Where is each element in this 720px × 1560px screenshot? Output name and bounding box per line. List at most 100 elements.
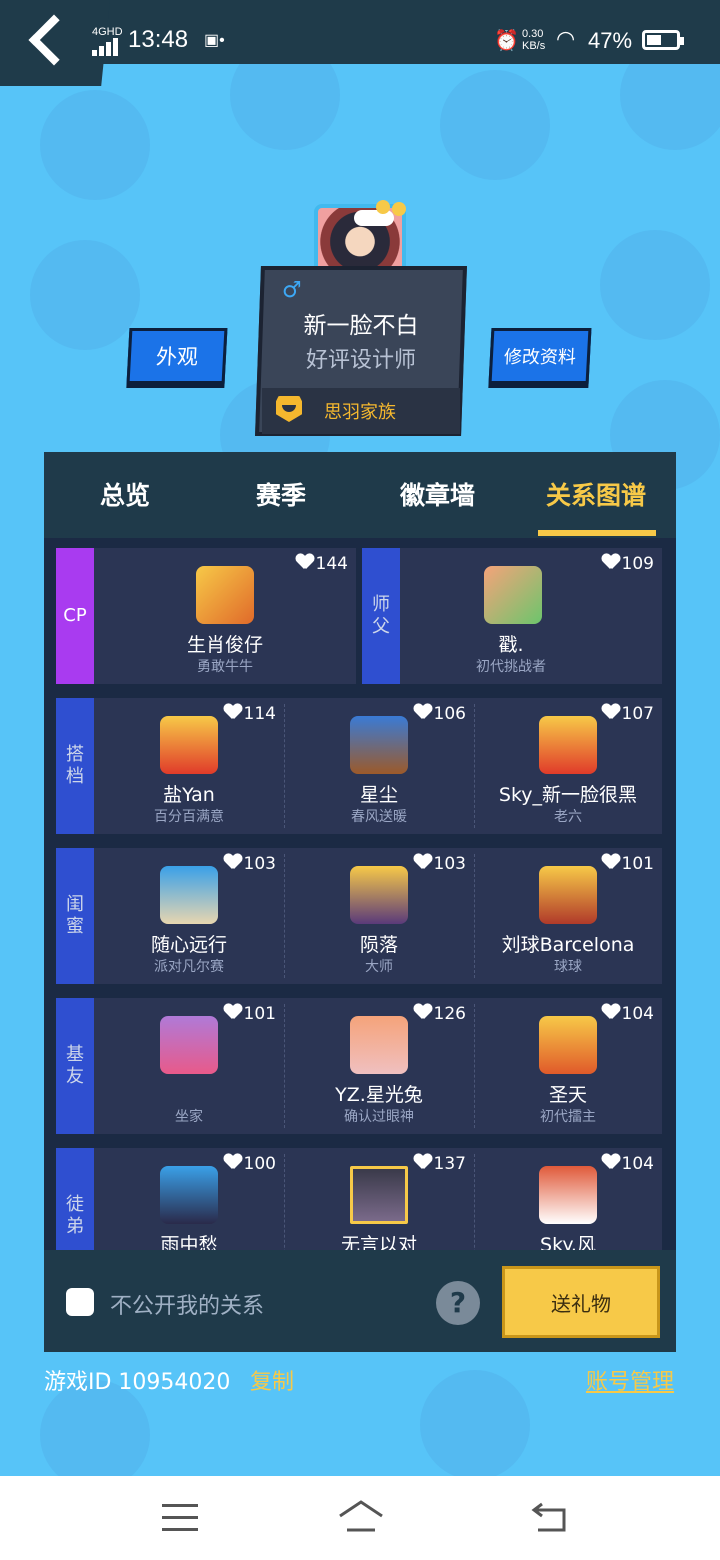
apprentice-name: Sky.风: [540, 1234, 596, 1250]
heart-count: 101: [224, 1004, 276, 1024]
heart-count: 100: [224, 1154, 276, 1174]
help-icon[interactable]: ?: [436, 1281, 480, 1325]
partner-avatar: [539, 716, 597, 774]
cp-label: CP: [56, 548, 94, 684]
buddy-title: 确认过眼神: [344, 1109, 414, 1125]
game-id: 游戏ID 10954020: [44, 1370, 231, 1395]
partner-name: 星尘: [359, 784, 398, 806]
partner-title: 百分百满意: [154, 809, 224, 825]
notification-icon: ▣•: [204, 32, 225, 49]
heart-icon: [296, 554, 314, 570]
relationship-grid: CP 144 生肖俊仔 勇敢牛牛 师父 109 戳. 初代挑战者 搭档 114 …: [44, 538, 676, 1250]
bestie-title: 球球: [554, 959, 582, 975]
signal-icon: [92, 34, 122, 56]
edit-profile-button[interactable]: 修改资料: [488, 328, 592, 384]
buddy-avatar: [160, 1016, 218, 1074]
cloud-decoration-icon: [354, 200, 410, 226]
buddy-name: YZ.星光兔: [335, 1084, 423, 1106]
bestie-title: 派对凡尔赛: [154, 959, 224, 975]
account-management-link[interactable]: 账号管理: [586, 1364, 674, 1396]
send-gift-button[interactable]: 送礼物: [502, 1266, 660, 1338]
recent-apps-icon[interactable]: [162, 1504, 198, 1532]
master-name: 戳.: [498, 634, 524, 656]
partner-title: 老六: [554, 809, 582, 825]
cp-title: 勇敢牛牛: [197, 659, 253, 675]
heart-count: 103: [224, 854, 276, 874]
master-avatar: [484, 566, 542, 624]
buddy-cell-1[interactable]: 101 坐家: [94, 998, 284, 1134]
bestie-label: 闺蜜: [56, 848, 94, 984]
player-title: 好评设计师: [305, 348, 416, 373]
heart-count: 106: [414, 704, 466, 724]
heart-icon: [602, 554, 620, 570]
apprentice-label: 徒弟: [56, 1148, 94, 1250]
heart-icon: [414, 704, 432, 720]
private-relations-checkbox[interactable]: [66, 1288, 94, 1316]
cp-card[interactable]: CP 144 生肖俊仔 勇敢牛牛: [56, 548, 356, 684]
back-arrow-icon: [28, 14, 80, 66]
appearance-button[interactable]: 外观: [126, 328, 228, 384]
master-title: 初代挑战者: [476, 659, 546, 675]
heart-count: 104: [602, 1154, 654, 1174]
heart-icon: [224, 1004, 242, 1020]
heart-icon: [224, 1154, 242, 1170]
heart-count: 107: [602, 704, 654, 724]
net-speed: 0.30 KB/s: [522, 28, 546, 52]
bestie-cell-3[interactable]: 101 刘球Barcelona 球球: [474, 848, 662, 984]
private-relations-label: 不公开我的关系: [110, 1294, 265, 1319]
apprentice-name: 无言以对: [340, 1234, 417, 1250]
bestie-avatar: [350, 866, 408, 924]
partner-cell-1[interactable]: 114 盐Yan 百分百满意: [94, 698, 284, 834]
alarm-icon: ⏰: [494, 30, 519, 52]
heart-icon: [414, 1004, 432, 1020]
tab-overview[interactable]: 总览: [100, 476, 150, 512]
family-name: 思羽家族: [324, 402, 396, 423]
buddy-cell-2[interactable]: 126 YZ.星光兔 确认过眼神: [284, 998, 474, 1134]
cp-name: 生肖俊仔: [186, 634, 263, 656]
male-gender-icon: ♂: [282, 278, 302, 303]
heart-icon: [414, 854, 432, 870]
bestie-cell-2[interactable]: 103 陨落 大师: [284, 848, 474, 984]
master-card[interactable]: 师父 109 戳. 初代挑战者: [362, 548, 662, 684]
apprentice-avatar: [160, 1166, 218, 1224]
tab-relationship-map[interactable]: 关系图谱: [546, 476, 646, 512]
bestie-name: 随心远行: [150, 934, 227, 956]
heart-count: 137: [414, 1154, 466, 1174]
buddy-cell-3[interactable]: 104 圣天 初代擂主: [474, 998, 662, 1134]
heart-icon: [602, 704, 620, 720]
tab-badge-wall[interactable]: 徽章墙: [400, 476, 475, 512]
partner-cell-2[interactable]: 106 星尘 春风送暖: [284, 698, 474, 834]
home-icon[interactable]: [338, 1500, 384, 1534]
bestie-avatar: [160, 866, 218, 924]
bestie-title: 大师: [365, 959, 393, 975]
bestie-avatar: [539, 866, 597, 924]
heart-count: 126: [414, 1004, 466, 1024]
apprentice-row: 徒弟 100 雨中愁 137 无言以对 104 Sky.风: [56, 1148, 662, 1250]
apprentice-avatar: [539, 1166, 597, 1224]
apprentice-cell-1[interactable]: 100 雨中愁: [94, 1148, 284, 1250]
status-bar: 4GHD 13:48 ▣• ⏰ 0.30 KB/s ◠ 47%: [0, 0, 720, 86]
back-nav-icon[interactable]: [530, 1502, 568, 1532]
heart-count: 103: [414, 854, 466, 874]
buddy-name: 圣天: [548, 1084, 587, 1106]
partner-cell-3[interactable]: 107 Sky_新一脸很黑 老六: [474, 698, 662, 834]
buddy-label: 基友: [56, 998, 94, 1134]
apprentice-cell-3[interactable]: 104 Sky.风: [474, 1148, 662, 1250]
heart-icon: [224, 854, 242, 870]
buddy-row: 基友 101 坐家 126 YZ.星光兔 确认过眼神 104 圣天 初代擂主: [56, 998, 662, 1134]
partner-avatar: [160, 716, 218, 774]
partner-name: 盐Yan: [163, 784, 215, 806]
bestie-cell-1[interactable]: 103 随心远行 派对凡尔赛: [94, 848, 284, 984]
apprentice-cell-2[interactable]: 137 无言以对: [284, 1148, 474, 1250]
copy-id-link[interactable]: 复制: [250, 1364, 294, 1396]
active-tab-indicator: [538, 530, 656, 536]
buddy-title: 坐家: [175, 1109, 203, 1125]
cp-avatar: [196, 566, 254, 624]
clock: 13:48: [128, 26, 189, 53]
heart-count: 104: [602, 1004, 654, 1024]
partner-title: 春风送暖: [351, 809, 407, 825]
buddy-avatar: [350, 1016, 408, 1074]
apprentice-avatar: [350, 1166, 408, 1224]
tab-season[interactable]: 赛季: [256, 476, 306, 512]
heart-count: 109: [602, 554, 654, 574]
